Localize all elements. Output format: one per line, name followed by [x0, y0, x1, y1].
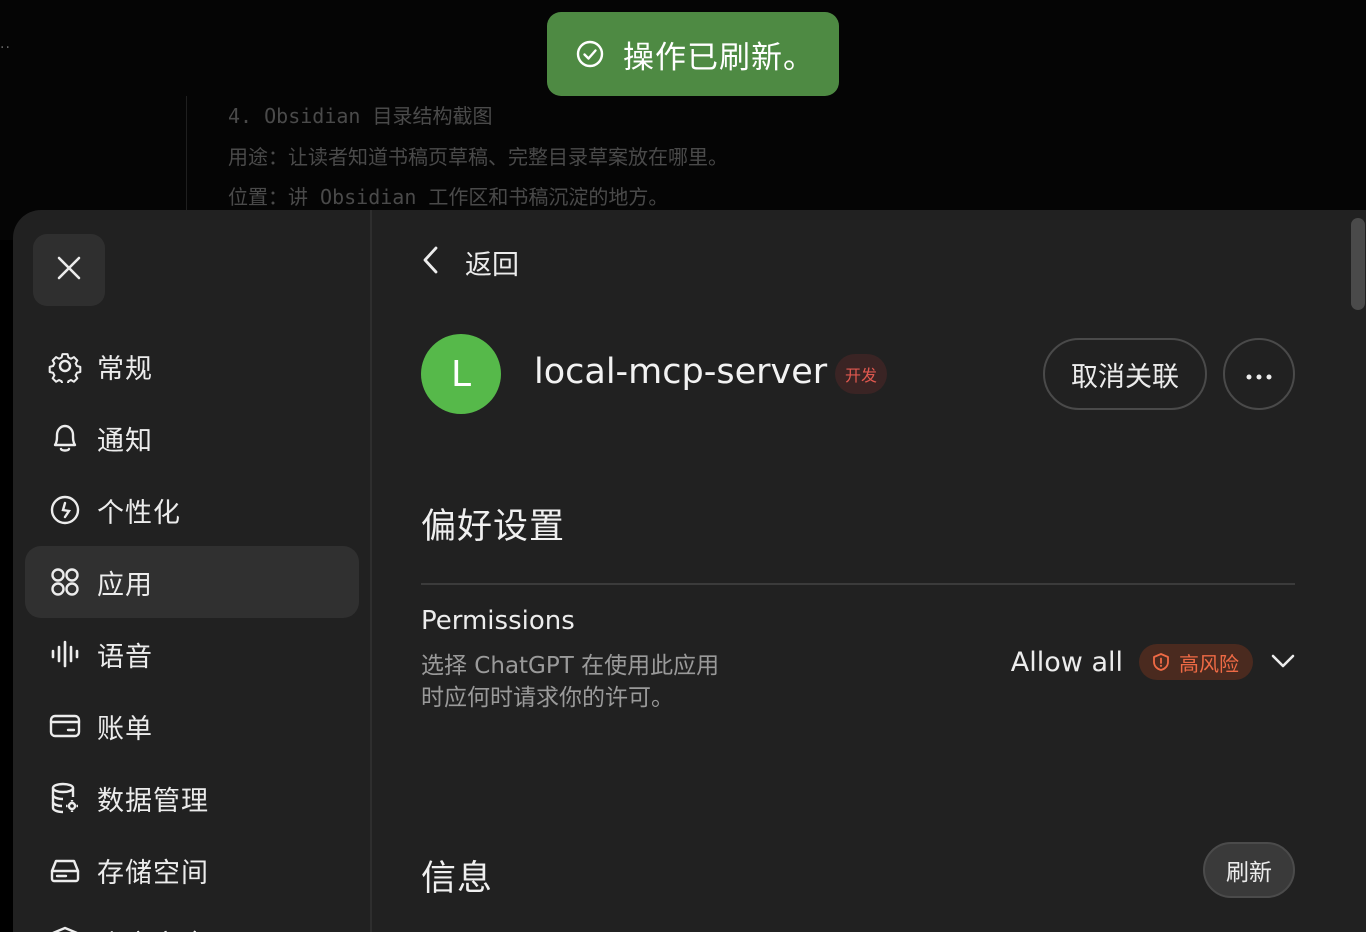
- chevron-down-icon: [1271, 653, 1295, 672]
- sidebar-item-label: 数据管理: [97, 785, 209, 817]
- gear-icon: [47, 348, 83, 384]
- sidebar-item-general[interactable]: 常规: [25, 330, 359, 402]
- settings-nav: 常规 通知 个性化 应用 语音 账单 数据管理 存储空间: [25, 330, 359, 932]
- sidebar-item-voice[interactable]: 语音: [25, 618, 359, 690]
- sidebar-item-personalization[interactable]: 个性化: [25, 474, 359, 546]
- chevron-left-icon: [421, 245, 441, 279]
- permissions-description: 选择 ChatGPT 在使用此应用时应何时请求你的许可。: [421, 653, 720, 711]
- background-dots: ··: [0, 40, 11, 56]
- close-button[interactable]: [33, 234, 105, 306]
- unlink-button[interactable]: 取消关联: [1043, 338, 1207, 410]
- sidebar-item-notifications[interactable]: 通知: [25, 402, 359, 474]
- high-risk-badge: 高风险: [1139, 644, 1253, 680]
- back-label: 返回: [465, 249, 519, 281]
- shield-icon: [47, 924, 83, 932]
- permissions-value: Allow all: [1010, 646, 1123, 678]
- permissions-dropdown[interactable]: Allow all 高风险: [1011, 642, 1295, 682]
- section-divider: [421, 583, 1295, 585]
- background-rule: [186, 96, 187, 226]
- sidebar-item-billing[interactable]: 账单: [25, 690, 359, 762]
- background-line: 4. Obsidian 目录结构截图: [228, 104, 493, 128]
- sidebar-item-label: 存储空间: [97, 857, 209, 889]
- sidebar-item-apps[interactable]: 应用: [25, 546, 359, 618]
- apps-icon: [47, 564, 83, 600]
- sidebar-item-security[interactable]: 账户安全: [25, 906, 359, 932]
- permissions-title: Permissions: [421, 606, 575, 636]
- sidebar-item-label: 应用: [97, 569, 153, 601]
- preferences-title: 偏好设置: [421, 507, 566, 547]
- sidebar-item-data-controls[interactable]: 数据管理: [25, 762, 359, 834]
- app-avatar: L: [421, 334, 501, 414]
- sidebar-item-label: 常规: [97, 353, 153, 385]
- refresh-toast: 操作已刷新。: [547, 12, 839, 96]
- app-detail-content: 返回 L local-mcp-server 开发 取消关联 偏好设置 Permi…: [421, 210, 1295, 932]
- toast-message: 操作已刷新。: [623, 39, 815, 76]
- info-title: 信息: [421, 859, 494, 899]
- sidebar-item-label: 语音: [97, 641, 153, 673]
- background-line: 用途：让读者知道书稿页草稿、完整目录草案放在哪里。: [228, 145, 728, 169]
- background-line: 位置：讲 Obsidian 工作区和书稿沉淀的地方。: [228, 185, 669, 209]
- app-header: L local-mcp-server 开发 取消关联: [421, 334, 1295, 414]
- warning-shield-icon: [1153, 653, 1169, 671]
- sidebar-item-label: 个性化: [97, 497, 181, 529]
- settings-dialog: 常规 通知 个性化 应用 语音 账单 数据管理 存储空间 返回 L local-…: [13, 210, 1366, 932]
- database-gear-icon: [47, 780, 83, 816]
- voice-wave-icon: [47, 636, 83, 672]
- settings-sidebar: 常规 通知 个性化 应用 语音 账单 数据管理 存储空间: [13, 210, 372, 932]
- card-icon: [47, 708, 83, 744]
- storage-icon: [47, 852, 83, 888]
- refresh-button[interactable]: 刷新: [1203, 842, 1295, 898]
- close-icon: [56, 255, 82, 285]
- more-options-button[interactable]: [1223, 338, 1295, 410]
- app-name: local-mcp-server: [534, 352, 828, 392]
- sidebar-item-label: 账户安全: [97, 923, 209, 932]
- sidebar-item-label: 账单: [97, 713, 153, 745]
- sidebar-item-storage[interactable]: 存储空间: [25, 834, 359, 906]
- back-button[interactable]: 返回: [421, 238, 519, 286]
- scrollbar-thumb[interactable]: [1351, 218, 1365, 310]
- check-circle-icon: [575, 39, 605, 69]
- personalization-icon: [47, 492, 83, 528]
- risk-label: 高风险: [1179, 651, 1239, 676]
- ellipsis-icon: [1246, 365, 1272, 384]
- bell-icon: [47, 420, 83, 456]
- dev-badge: 开发: [835, 354, 888, 394]
- sidebar-item-label: 通知: [97, 425, 153, 457]
